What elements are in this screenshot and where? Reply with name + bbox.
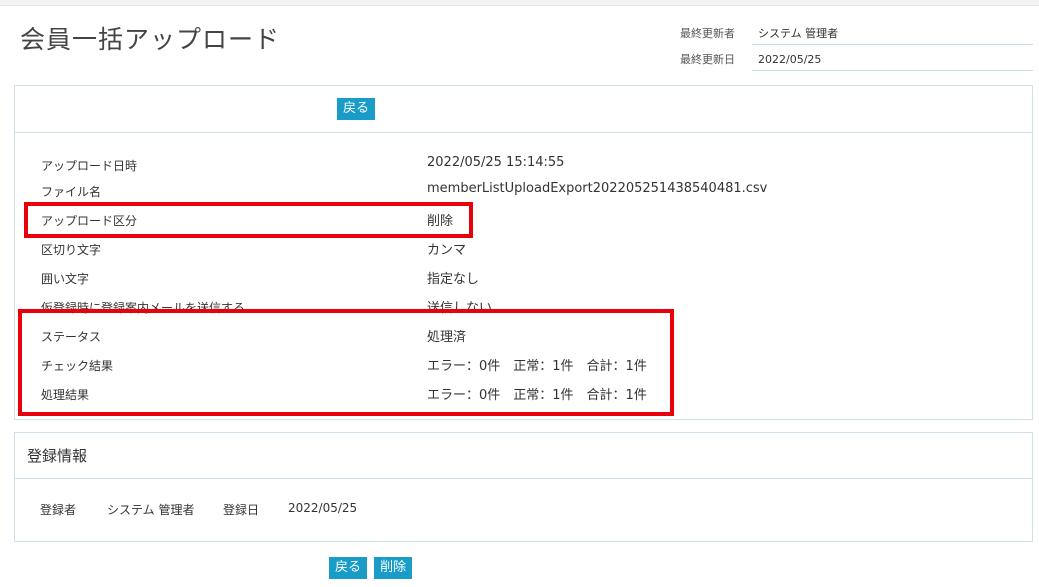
registration-header: 登録情報 bbox=[15, 433, 1032, 479]
detail-row-file-name: ファイル名 memberListUploadExport202205251438… bbox=[41, 179, 801, 203]
highlight-upload-type bbox=[24, 202, 473, 238]
last-updater-value: システム 管理者 bbox=[752, 20, 1033, 45]
detail-label: ファイル名 bbox=[41, 185, 102, 199]
registration-date-value: 2022/05/25 bbox=[288, 501, 358, 515]
back-button-top[interactable]: 戻る bbox=[337, 98, 376, 120]
detail-value: 2022/05/25 15:14:55 bbox=[427, 155, 565, 170]
back-button[interactable]: 戻る bbox=[329, 557, 368, 579]
detail-value: 指定なし bbox=[427, 272, 480, 287]
highlight-status-results bbox=[18, 309, 674, 416]
last-updater-row: 最終更新者 システム 管理者 bbox=[680, 20, 1033, 46]
last-updated-row: 最終更新日 2022/05/25 bbox=[680, 46, 1033, 72]
detail-row-enclosure: 囲い文字 指定なし bbox=[41, 266, 801, 290]
detail-label: アップロード日時 bbox=[41, 159, 138, 173]
detail-label: 区切り文字 bbox=[41, 243, 102, 257]
detail-value: カンマ bbox=[427, 243, 467, 258]
top-border bbox=[0, 0, 1039, 6]
bottom-actions: 戻る 削除 bbox=[329, 556, 414, 579]
delete-button[interactable]: 削除 bbox=[374, 557, 413, 579]
detail-row-delimiter: 区切り文字 カンマ bbox=[41, 237, 801, 261]
upload-detail-header: 戻る bbox=[15, 86, 1032, 133]
registration-date-label: 登録日 bbox=[223, 503, 260, 517]
last-updated-label: 最終更新日 bbox=[680, 53, 735, 66]
page-title: 会員一括アップロード bbox=[20, 25, 281, 54]
detail-value: memberListUploadExport202205251438540481… bbox=[427, 181, 768, 196]
detail-row-upload-datetime: アップロード日時 2022/05/25 15:14:55 bbox=[41, 153, 801, 177]
last-updated-value: 2022/05/25 bbox=[752, 46, 1033, 71]
last-updater-label: 最終更新者 bbox=[680, 27, 735, 40]
registrant-value: システム 管理者 bbox=[107, 503, 195, 517]
registration-title: 登録情報 bbox=[27, 447, 88, 465]
registration-panel: 登録情報 登録者 システム 管理者 登録日 2022/05/25 bbox=[14, 432, 1033, 542]
update-meta: 最終更新者 システム 管理者 最終更新日 2022/05/25 bbox=[680, 20, 1033, 72]
registrant-label: 登録者 bbox=[40, 503, 77, 517]
detail-label: 囲い文字 bbox=[41, 272, 90, 286]
